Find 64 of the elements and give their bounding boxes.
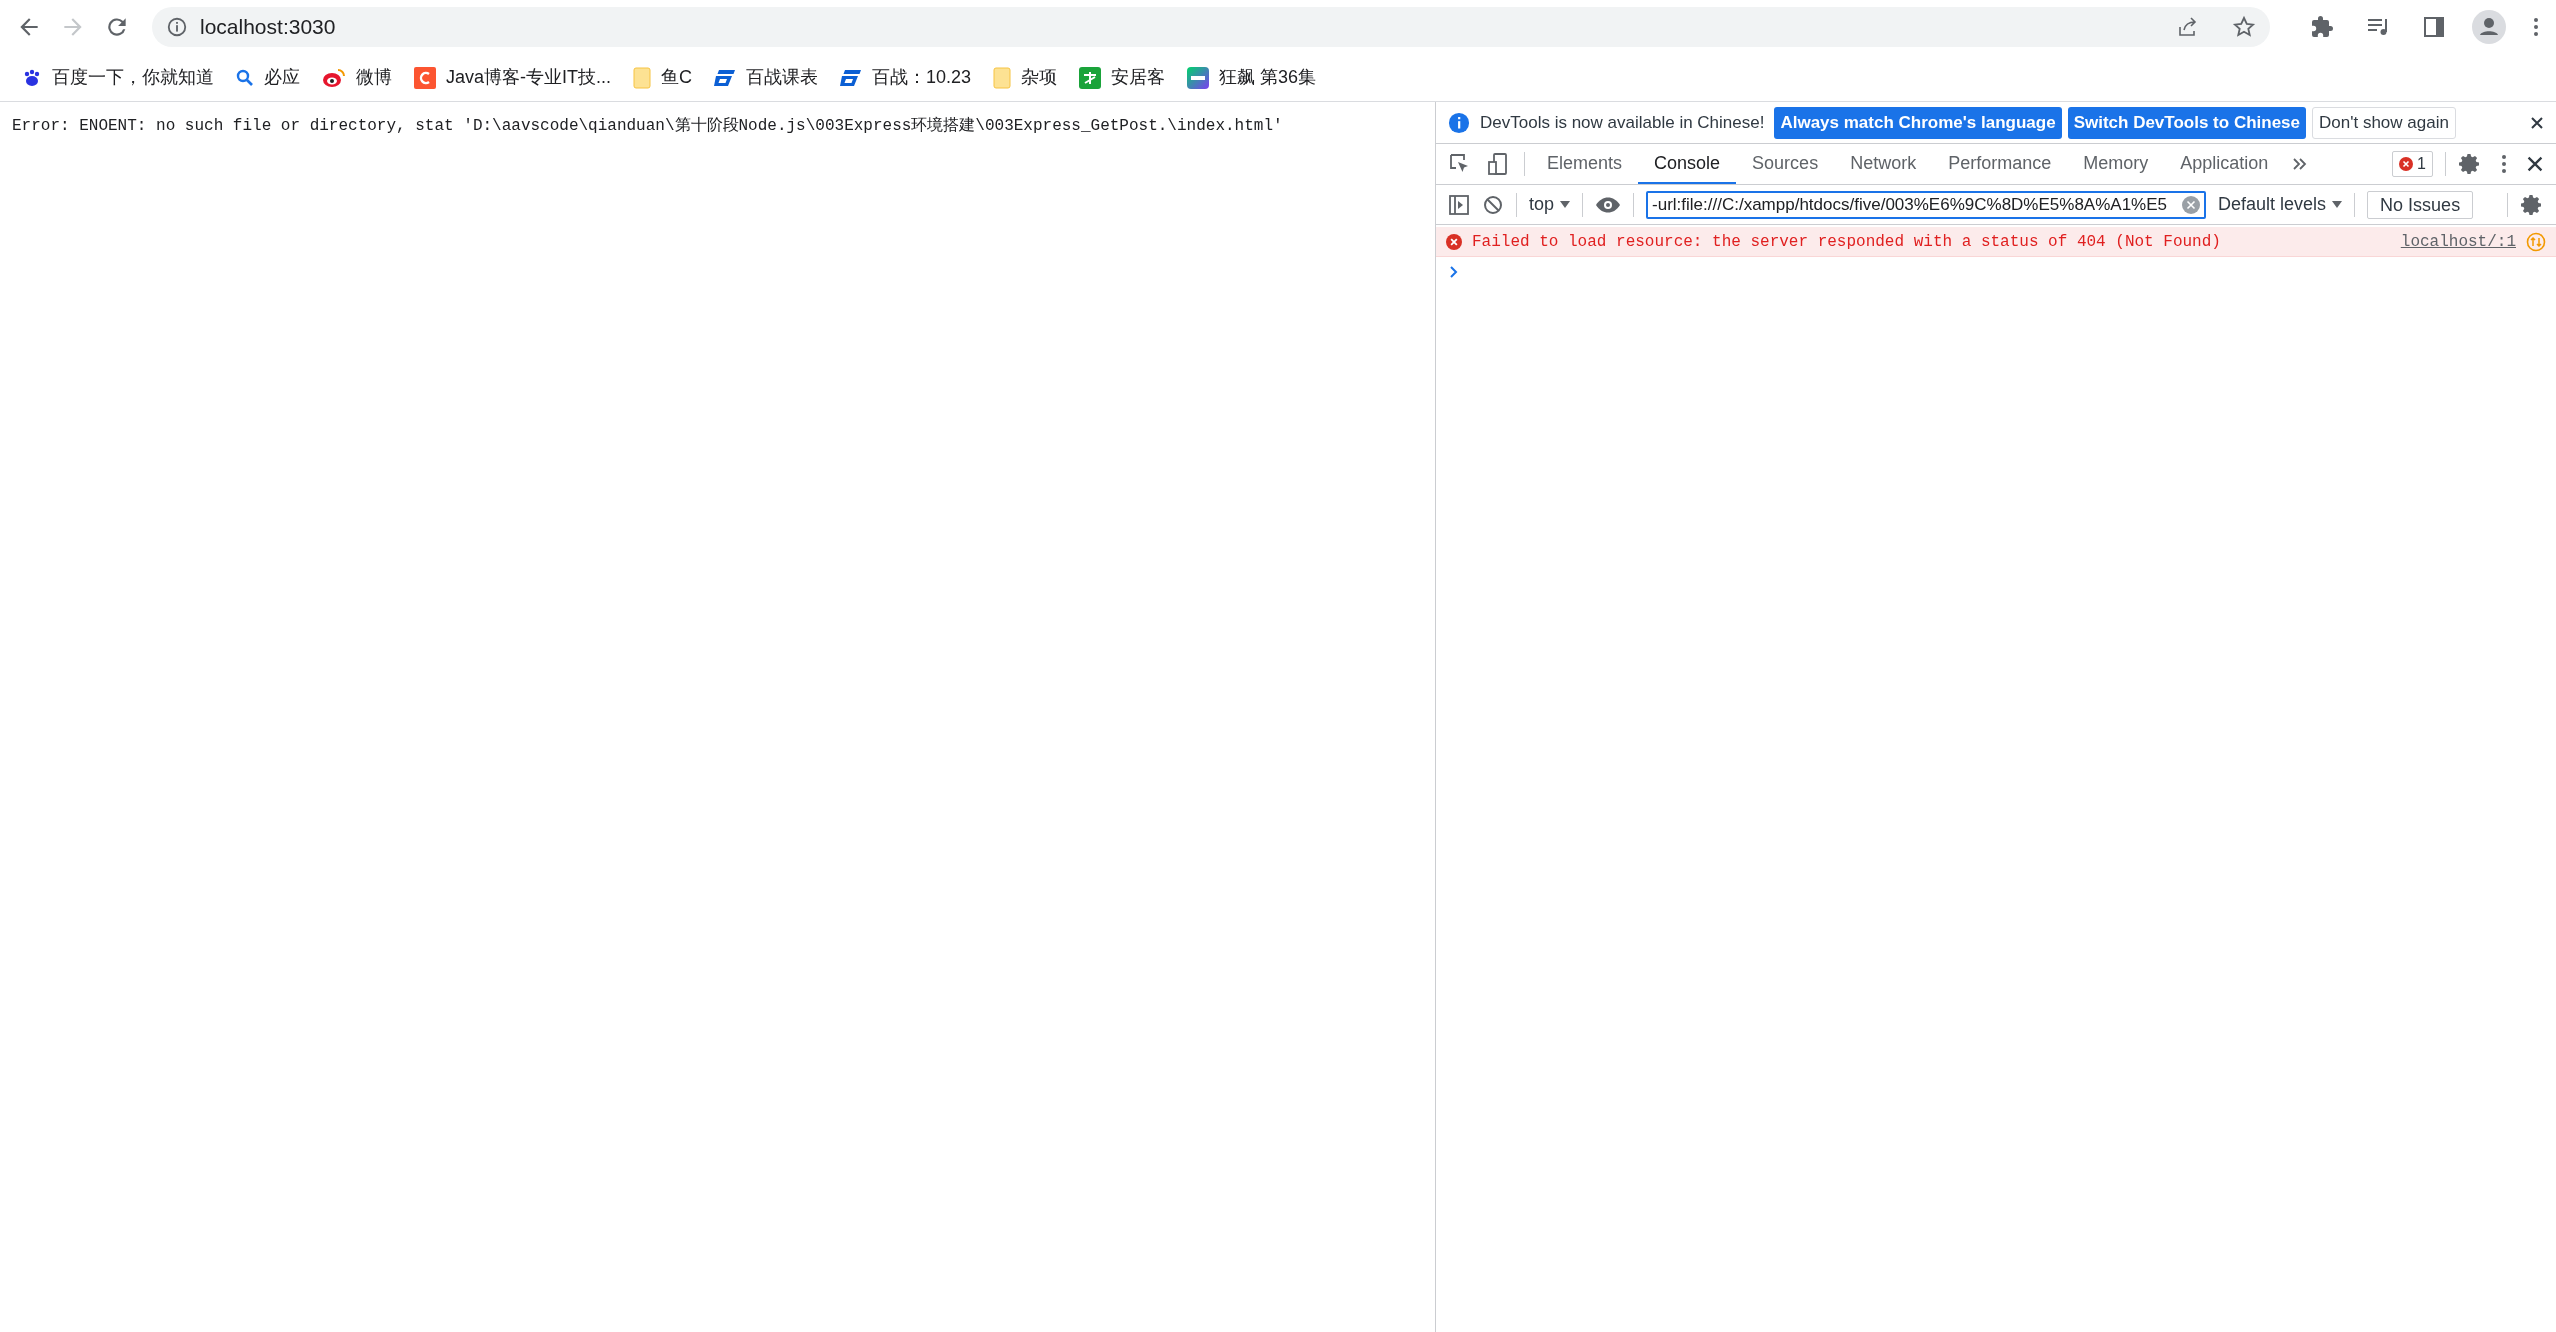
more-icon[interactable]: [2532, 15, 2540, 39]
devtools-tab[interactable]: Application: [2164, 144, 2285, 184]
error-icon: [2399, 157, 2414, 171]
device-toolbar-icon[interactable]: [1486, 152, 1510, 176]
error-count-badge[interactable]: 1: [2392, 151, 2433, 177]
filter-field[interactable]: -url:file:///C:/xampp/htdocs/five/003%E6%9C%8D%E5%8A%A1%E5: [1646, 190, 2207, 219]
infobar-button[interactable]: Switch DevTools to Chinese: [2067, 106, 2306, 139]
folder-icon: [993, 66, 1012, 89]
sidebar-toggle-icon[interactable]: [1448, 193, 1470, 216]
bookmark-link[interactable]: 鱼C: [633, 64, 692, 91]
star-icon[interactable]: [2232, 15, 2256, 39]
bookmark-link[interactable]: 微博: [322, 64, 392, 91]
caret-icon: [2332, 200, 2343, 209]
stripe-logo-icon: [714, 68, 736, 87]
bookmark-link[interactable]: 安居客: [1079, 64, 1166, 91]
context-dropdown[interactable]: top: [1529, 191, 1571, 218]
square-logo-icon: [1079, 66, 1102, 89]
square-logo-icon: [1187, 66, 1210, 89]
settings-icon[interactable]: [2458, 152, 2482, 176]
bookmark-link[interactable]: 百战：10.23: [840, 64, 972, 91]
side-panel-icon[interactable]: [2422, 15, 2446, 39]
devtools-tab[interactable]: Network: [1834, 144, 1933, 184]
close-icon[interactable]: [2530, 115, 2544, 130]
infobar-button[interactable]: Don't show again: [2312, 106, 2456, 139]
error-message: Error: ENOENT: no such file or directory, stat 'D:\aavscode\qianduan\第十阶段Node.js\003Express环境搭建\003Express_GetPost.\index.html': [12, 115, 1284, 137]
square-logo-icon: [414, 66, 436, 89]
infobar-message: DevTools is now available in Chinese!: [1480, 111, 1765, 134]
info-icon: [1448, 111, 1470, 134]
infobar-button[interactable]: Always match Chrome's language: [1774, 106, 2062, 139]
devtools-tab[interactable]: Sources: [1736, 144, 1835, 184]
search-icon: [236, 68, 254, 87]
bookmark-link[interactable]: 百度一下，你就知道: [22, 64, 214, 91]
folder-icon: [633, 66, 651, 89]
info-icon[interactable]: [166, 16, 188, 38]
levels-dropdown[interactable]: Default levels: [2218, 191, 2343, 218]
bookmark-link[interactable]: 狂飙 第36集: [1187, 64, 1317, 91]
bookmark-link[interactable]: 百战课表: [714, 64, 818, 91]
paw-icon: [22, 67, 42, 88]
clear-console-icon[interactable]: [1482, 193, 1504, 216]
close-icon[interactable]: [2526, 155, 2544, 173]
error-icon: [1446, 233, 1462, 250]
console-error-message: Failed to load resource: the server responded with a status of 404 (Not Found): [1472, 231, 2222, 253]
eye-logo-icon: [322, 67, 346, 88]
stripe-logo-icon: [840, 68, 862, 87]
bookmark-link[interactable]: 杂项: [993, 64, 1058, 91]
devtools-tab[interactable]: Console: [1638, 144, 1737, 184]
bookmark-link[interactable]: 必应: [236, 64, 300, 91]
devtools-tab[interactable]: Elements: [1531, 144, 1639, 184]
source-link[interactable]: localhost/:1: [2400, 229, 2516, 254]
issues-button[interactable]: No Issues: [2367, 190, 2474, 219]
prompt-icon[interactable]: [1448, 265, 1460, 279]
devtools-tab[interactable]: Memory: [2067, 144, 2165, 184]
devtools-tab[interactable]: Performance: [1932, 144, 2068, 184]
caret-icon: [1560, 200, 1571, 209]
settings-icon[interactable]: [2520, 192, 2544, 217]
puzzle-icon[interactable]: [2310, 15, 2334, 39]
address-bar[interactable]: localhost:3030: [152, 7, 2270, 47]
more-tabs-icon[interactable]: [2292, 156, 2309, 172]
url-text: localhost:3030: [200, 14, 337, 41]
clear-icon[interactable]: [2182, 195, 2201, 214]
avatar-icon[interactable]: [2472, 10, 2506, 44]
eye-icon[interactable]: [1595, 195, 1622, 214]
bookmark-link[interactable]: Java博客-专业IT技...: [414, 64, 611, 91]
more-icon[interactable]: [2500, 152, 2508, 176]
